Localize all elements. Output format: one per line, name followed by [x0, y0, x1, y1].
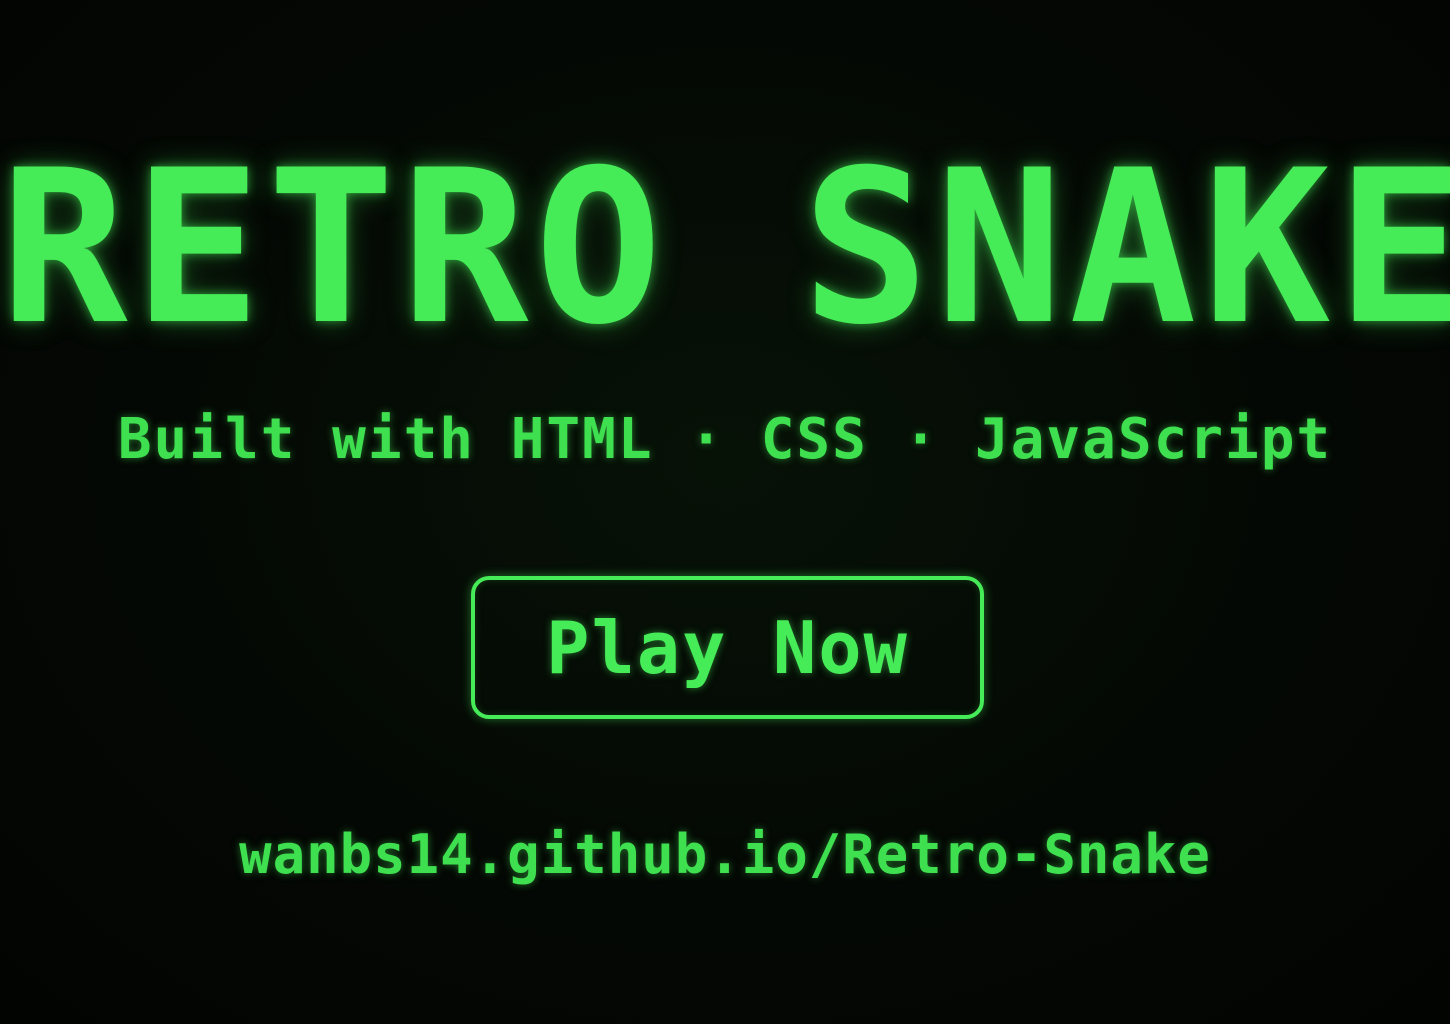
- tech-subtitle: Built with HTML · CSS · JavaScript: [117, 407, 1333, 472]
- game-url-link[interactable]: wanbs14.github.io/Retro-Snake: [0, 824, 1450, 886]
- game-title: RETRO SNAKE: [0, 124, 1450, 371]
- play-now-label: Play Now: [546, 605, 909, 690]
- play-now-button[interactable]: Play Now: [471, 576, 984, 719]
- title-screen: RETRO SNAKE Built with HTML · CSS · Java…: [0, 0, 1450, 1024]
